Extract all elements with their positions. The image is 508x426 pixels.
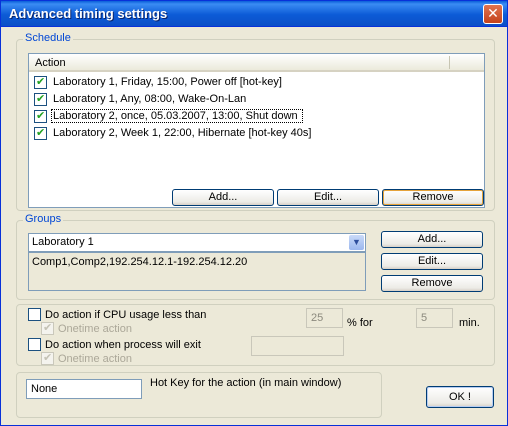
cpu-onetime-label: Onetime action: [58, 323, 132, 335]
process-onetime-checkbox[interactable]: [41, 351, 54, 365]
group-select-value: Laboratory 1: [32, 236, 94, 248]
row-checkbox[interactable]: [34, 109, 47, 123]
group-members-field[interactable]: Comp1,Comp2,192.254.12.1-192.254.12.20: [28, 252, 366, 291]
cpu-percent-field[interactable]: 25: [306, 308, 343, 328]
window-title: Advanced timing settings: [9, 6, 168, 21]
process-name-field[interactable]: [251, 336, 344, 356]
schedule-group-label: Schedule: [23, 32, 73, 44]
cpu-condition-label[interactable]: Do action if CPU usage less than: [45, 309, 206, 321]
groups-edit-button[interactable]: Edit...: [381, 253, 483, 270]
row-text: Laboratory 1, Any, 08:00, Wake-On-Lan: [53, 93, 247, 105]
row-text: Laboratory 2, once, 05.03.2007, 13:00, S…: [51, 109, 303, 123]
row-checkbox[interactable]: [34, 92, 47, 106]
schedule-row[interactable]: Laboratory 1, Any, 08:00, Wake-On-Lan: [32, 92, 482, 108]
process-condition-checkbox[interactable]: [28, 338, 41, 351]
action-column-header[interactable]: Action: [35, 57, 66, 69]
schedule-edit-button[interactable]: Edit...: [277, 189, 379, 206]
ok-button[interactable]: OK !: [426, 386, 494, 408]
hotkey-label: Hot Key for the action (in main window): [150, 377, 342, 389]
minutes-field[interactable]: 5: [416, 308, 453, 328]
schedule-row[interactable]: Laboratory 2, Week 1, 22:00, Hibernate […: [32, 126, 482, 142]
group-members-text: Comp1,Comp2,192.254.12.1-192.254.12.20: [32, 256, 248, 268]
groups-add-button[interactable]: Add...: [381, 231, 483, 248]
list-header: Action: [29, 54, 484, 72]
column-divider[interactable]: [449, 56, 450, 69]
chevron-down-icon[interactable]: ▼: [349, 235, 364, 250]
cpu-onetime-checkbox[interactable]: [41, 321, 54, 335]
schedule-row[interactable]: Laboratory 2, once, 05.03.2007, 13:00, S…: [32, 109, 482, 125]
close-icon: ✕: [487, 5, 499, 21]
title-bar[interactable]: Advanced timing settings ✕: [1, 1, 507, 27]
min-label: min.: [459, 317, 480, 329]
row-checkbox[interactable]: [34, 126, 47, 140]
row-text: Laboratory 1, Friday, 15:00, Power off […: [53, 76, 282, 88]
dialog-body: Schedule Action Laboratory 1, Friday, 15…: [1, 27, 507, 425]
group-select[interactable]: Laboratory 1 ▼: [28, 233, 366, 252]
close-button[interactable]: ✕: [483, 4, 503, 24]
schedule-remove-button[interactable]: Remove: [382, 189, 484, 206]
cpu-condition-checkbox[interactable]: [28, 308, 41, 321]
hotkey-field[interactable]: None: [26, 379, 142, 399]
advanced-timing-dialog: Advanced timing settings ✕ Schedule Acti…: [0, 0, 508, 426]
percent-for-label: % for: [347, 317, 373, 329]
groups-group-label: Groups: [23, 213, 64, 225]
schedule-row[interactable]: Laboratory 1, Friday, 15:00, Power off […: [32, 75, 482, 91]
schedule-list[interactable]: Action Laboratory 1, Friday, 15:00, Powe…: [28, 53, 485, 208]
schedule-add-button[interactable]: Add...: [172, 189, 274, 206]
process-onetime-label: Onetime action: [58, 353, 132, 365]
process-condition-label[interactable]: Do action when process will exit: [45, 339, 201, 351]
row-text: Laboratory 2, Week 1, 22:00, Hibernate […: [53, 127, 312, 139]
row-checkbox[interactable]: [34, 75, 47, 89]
groups-remove-button[interactable]: Remove: [381, 275, 483, 292]
